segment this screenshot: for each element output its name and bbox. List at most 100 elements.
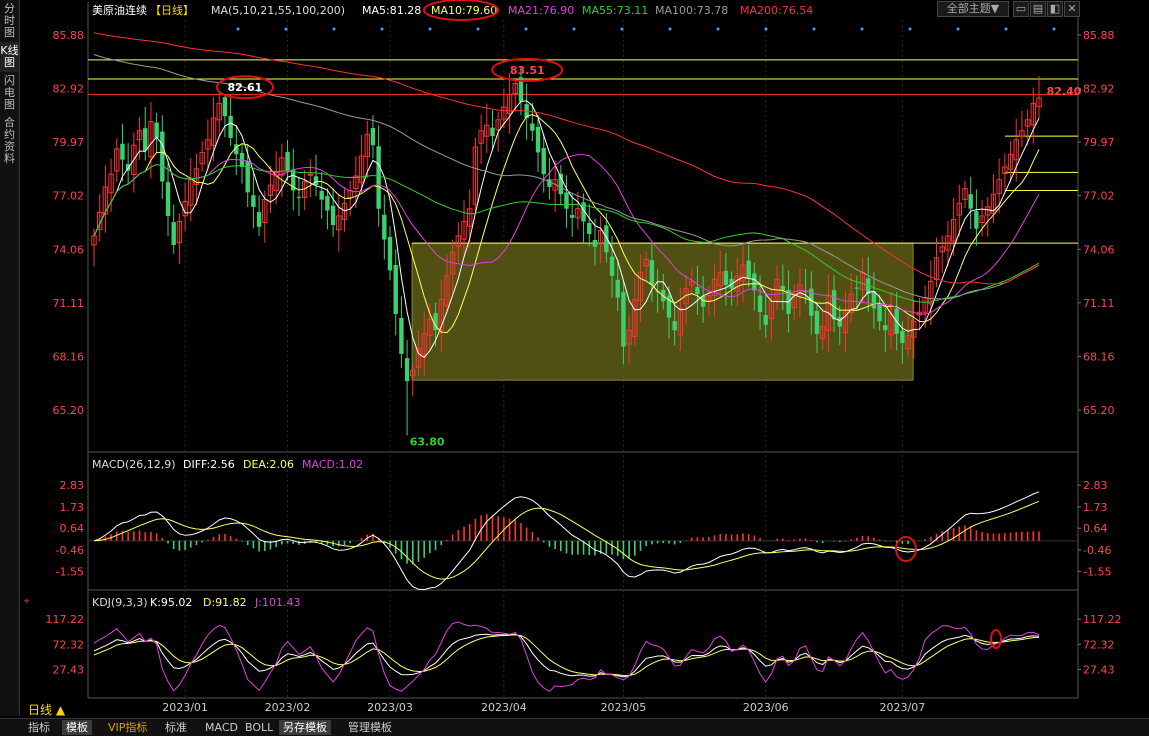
kdj-axis-label: 117.22 — [1083, 613, 1122, 626]
signal-dot — [476, 27, 480, 31]
tab-vip-indicator[interactable]: VIP指标 — [104, 720, 151, 735]
macd-panel — [88, 491, 1078, 591]
date-axis-label: 2023/06 — [743, 701, 789, 714]
signal-dot — [380, 27, 384, 31]
candle-body — [854, 287, 860, 289]
sidebar-item-kline[interactable]: K线图 — [0, 42, 19, 72]
price-axis-label: 71.11 — [1083, 297, 1115, 310]
bottom-tabbar: 指标 模板 VIP指标 标准 MACD BOLL 另存模板 管理模板 — [0, 718, 1149, 736]
date-axis-label: 2023/05 — [601, 701, 647, 714]
candle-body — [763, 314, 768, 325]
candle-body — [883, 325, 888, 331]
price-annotation: 83.51 — [510, 64, 545, 77]
candle-body — [547, 179, 552, 187]
kdj-axis-label: 117.22 — [46, 613, 85, 626]
macd-value: MACD:1.02 — [302, 458, 363, 471]
date-axis-label: 2023/01 — [162, 701, 208, 714]
candle-body — [376, 146, 381, 209]
candle-body — [120, 143, 125, 160]
price-axis-label: 68.16 — [53, 350, 85, 363]
signal-dot — [668, 27, 672, 31]
close-icon[interactable]: ✕ — [1064, 1, 1080, 17]
candle-body — [245, 160, 250, 193]
tab-indicator[interactable]: 指标 — [24, 720, 54, 735]
candle-body — [325, 196, 330, 211]
tab-boll[interactable]: BOLL — [241, 720, 277, 735]
candle-body — [974, 211, 979, 229]
signal-dot — [860, 27, 864, 31]
macd-axis-label: -0.46 — [1083, 544, 1111, 557]
price-axis-label: 65.20 — [1083, 404, 1115, 417]
window-icon-1[interactable]: ▭ — [1013, 1, 1029, 17]
price-annotation: 82.61 — [228, 81, 263, 94]
chart-canvas[interactable]: 85.88 85.88 82.92 82.92 79.97 79.97 77.02 77.02… — [0, 0, 1149, 735]
price-axis-label: 85.88 — [53, 29, 85, 42]
candle-body — [490, 127, 495, 137]
ma5-value: MA5:81.28 — [362, 4, 421, 17]
tab-template[interactable]: 模板 — [62, 720, 92, 735]
candle-body — [165, 182, 171, 216]
sidebar-item-timeshare[interactable]: 分时图 — [0, 0, 19, 42]
kdj-panel — [93, 621, 1040, 693]
kdj-axis-label: 27.43 — [53, 663, 85, 676]
signal-dot — [1004, 27, 1008, 31]
sidebar-item-flash[interactable]: 闪电图 — [0, 72, 19, 114]
candle-body — [752, 273, 757, 291]
price-annotation: 82.40 — [1047, 85, 1082, 98]
candle-body — [814, 310, 820, 334]
price-axis-label: 79.97 — [53, 136, 85, 149]
ma200-value: MA200:76.54 — [740, 4, 813, 17]
macd-axis-label: 2.83 — [60, 479, 85, 492]
candle-body — [672, 321, 677, 331]
signal-dot — [908, 27, 912, 31]
signal-dot — [236, 27, 240, 31]
window-icon-2[interactable]: ▤ — [1030, 1, 1046, 17]
price-axis-label: 82.92 — [53, 83, 85, 96]
candle-body — [780, 285, 786, 291]
candle-body — [871, 291, 877, 309]
macd-params: MACD(26,12,9) — [92, 458, 176, 471]
signal-dot — [524, 27, 528, 31]
kdj-axis-label: 72.32 — [53, 638, 85, 651]
period-tag: 【日线】 — [150, 3, 194, 17]
macd-axis-label: -1.55 — [56, 565, 84, 578]
ma55-value: MA55:73.11 — [582, 4, 648, 17]
sidebar-item-contract[interactable]: 合约资料 — [0, 114, 19, 168]
date-axis-label: 2023/04 — [481, 701, 527, 714]
kdj-d: D:91.82 — [203, 596, 247, 609]
theme-dropdown[interactable]: 全部主题▼ — [937, 1, 1009, 17]
price-axis-label: 77.02 — [1083, 190, 1115, 203]
candle-body — [171, 222, 176, 245]
candle-body — [228, 115, 233, 138]
tab-macd[interactable]: MACD — [201, 720, 242, 735]
candle-body — [564, 192, 569, 209]
candle-body — [399, 317, 404, 354]
price-axis-label: 74.06 — [53, 243, 85, 256]
candle-body — [404, 358, 410, 382]
macd-axis-label: -1.55 — [1083, 565, 1111, 578]
price-axis-label: 85.88 — [1083, 29, 1115, 42]
price-axis-label: 71.11 — [53, 297, 85, 310]
tab-manage-template[interactable]: 管理模板 — [344, 720, 396, 735]
candle-body — [592, 240, 598, 247]
kdj-k: K:95.02 — [150, 596, 192, 609]
kdj-j-line — [93, 621, 1040, 693]
candle-body — [569, 214, 575, 218]
kdj-settings-icon[interactable]: ⌖ — [24, 596, 30, 607]
period-selector[interactable]: 日线 ▲ — [28, 701, 65, 718]
tab-standard[interactable]: 标准 — [161, 720, 191, 735]
tab-save-template[interactable]: 另存模板 — [279, 720, 331, 735]
macd-diff: DIFF:2.56 — [183, 458, 235, 471]
instrument-title: 美原油连续 — [92, 3, 147, 17]
candle-body — [160, 131, 165, 182]
macd-axis-label: 1.73 — [1083, 501, 1108, 514]
window-icon-3[interactable]: ◧ — [1047, 1, 1063, 17]
candle-body — [837, 317, 842, 327]
candle-body — [541, 147, 546, 175]
kdj-k-line — [93, 633, 1040, 678]
ma21-value: MA21:76.90 — [508, 4, 574, 17]
macd-axis-label: 1.73 — [60, 501, 85, 514]
consolidation-box — [411, 242, 914, 381]
candle-body — [313, 176, 319, 186]
candle-body — [615, 279, 620, 298]
